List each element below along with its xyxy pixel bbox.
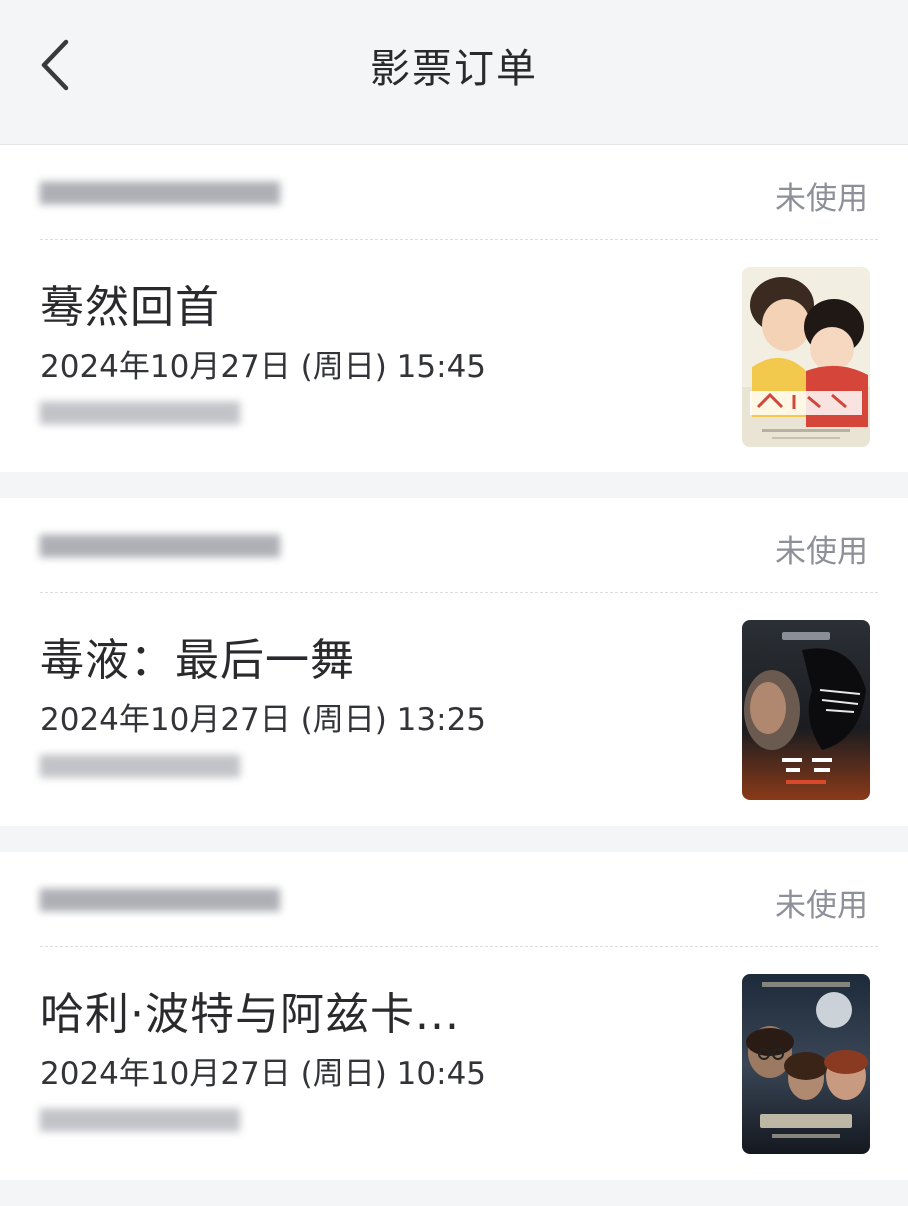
order-card[interactable]: ▆▆▆▆▆▆▆▆▆▆▆▆ 未使用 毒液：最后一舞 2024年10月27日 (周日… — [0, 498, 908, 826]
status-badge: 未使用 — [775, 888, 868, 924]
movie-title: 哈利·波特与阿兹卡... — [40, 989, 460, 1040]
movie-poster-venom — [742, 620, 870, 800]
movie-title: 蓦然回首 — [40, 282, 220, 333]
showtime: 2024年10月27日 (周日) 13:25 — [40, 702, 487, 738]
order-number-redacted: ▆▆▆▆▆▆▆▆▆▆▆▆ — [40, 175, 280, 205]
status-badge: 未使用 — [775, 181, 868, 217]
order-card[interactable]: ▆▆▆▆▆▆▆▆▆▆▆▆ 未使用 哈利·波特与阿兹卡... 2024年10月27… — [0, 852, 908, 1180]
dashed-divider — [40, 946, 878, 947]
status-badge: 未使用 — [775, 534, 868, 570]
page-title: 影票订单 — [370, 46, 538, 92]
movie-poster-harry-potter — [742, 974, 870, 1154]
showtime: 2024年10月27日 (周日) 15:45 — [40, 349, 487, 385]
movie-title: 毒液：最后一舞 — [40, 635, 355, 686]
order-card[interactable]: ▆▆▆▆▆▆▆▆▆▆▆▆ 未使用 蓦然回首 2024年10月27日 (周日) 1… — [0, 145, 908, 472]
order-list: ▆▆▆▆▆▆▆▆▆▆▆▆ 未使用 蓦然回首 2024年10月27日 (周日) 1… — [0, 145, 908, 1206]
dashed-divider — [40, 592, 878, 593]
order-number-redacted: ▆▆▆▆▆▆▆▆▆▆▆▆ — [40, 528, 280, 558]
showtime: 2024年10月27日 (周日) 10:45 — [40, 1056, 487, 1092]
dashed-divider — [40, 239, 878, 240]
cinema-name-redacted: ▆▆▆▆▆▆▆▆▆▆ — [40, 395, 240, 425]
app-header: 影票订单 — [0, 0, 908, 145]
cinema-name-redacted: ▆▆▆▆▆▆▆▆▆▆ — [40, 748, 240, 778]
order-number-redacted: ▆▆▆▆▆▆▆▆▆▆▆▆ — [40, 882, 280, 912]
movie-poster-look-back — [742, 267, 870, 447]
cinema-name-redacted: ▆▆▆▆▆▆▆▆▆▆ — [40, 1102, 240, 1132]
